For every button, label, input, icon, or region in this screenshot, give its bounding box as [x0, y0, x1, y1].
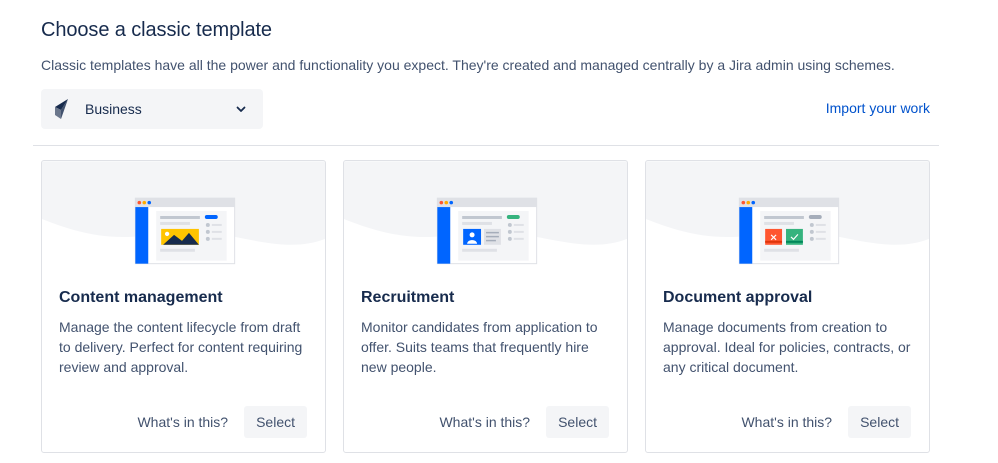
- recruitment-illustration: [344, 161, 627, 265]
- select-button[interactable]: Select: [546, 406, 609, 438]
- template-title: Recruitment: [361, 289, 455, 306]
- business-category-icon: [53, 98, 73, 120]
- whats-in-this-button[interactable]: What's in this?: [137, 414, 228, 430]
- template-description: Monitor candidates from application to o…: [361, 319, 598, 375]
- import-your-work-link[interactable]: Import your work: [826, 100, 930, 116]
- template-actions: What's in this? Select: [439, 406, 609, 438]
- category-select[interactable]: Business: [41, 89, 263, 129]
- divider: [33, 145, 939, 146]
- template-actions: What's in this? Select: [137, 406, 307, 438]
- whats-in-this-button[interactable]: What's in this?: [439, 414, 530, 430]
- template-description: Manage the content lifecycle from draft …: [59, 319, 303, 375]
- chevron-down-icon: [235, 103, 247, 115]
- whats-in-this-button[interactable]: What's in this?: [741, 414, 832, 430]
- page-description: Classic templates have all the power and…: [41, 57, 895, 73]
- template-description: Manage documents from creation to approv…: [663, 319, 911, 375]
- content-management-illustration: [42, 161, 325, 265]
- template-title: Content management: [59, 289, 223, 306]
- category-select-value: Business: [85, 101, 142, 117]
- document-approval-illustration: [646, 161, 929, 265]
- template-card-content-management[interactable]: Content management Manage the content li…: [41, 160, 326, 453]
- page-title: Choose a classic template: [41, 19, 272, 41]
- select-button[interactable]: Select: [244, 406, 307, 438]
- template-actions: What's in this? Select: [741, 406, 911, 438]
- template-card-document-approval[interactable]: Document approval Manage documents from …: [645, 160, 930, 453]
- template-card-recruitment[interactable]: Recruitment Monitor candidates from appl…: [343, 160, 628, 453]
- template-title: Document approval: [663, 289, 813, 306]
- select-button[interactable]: Select: [848, 406, 911, 438]
